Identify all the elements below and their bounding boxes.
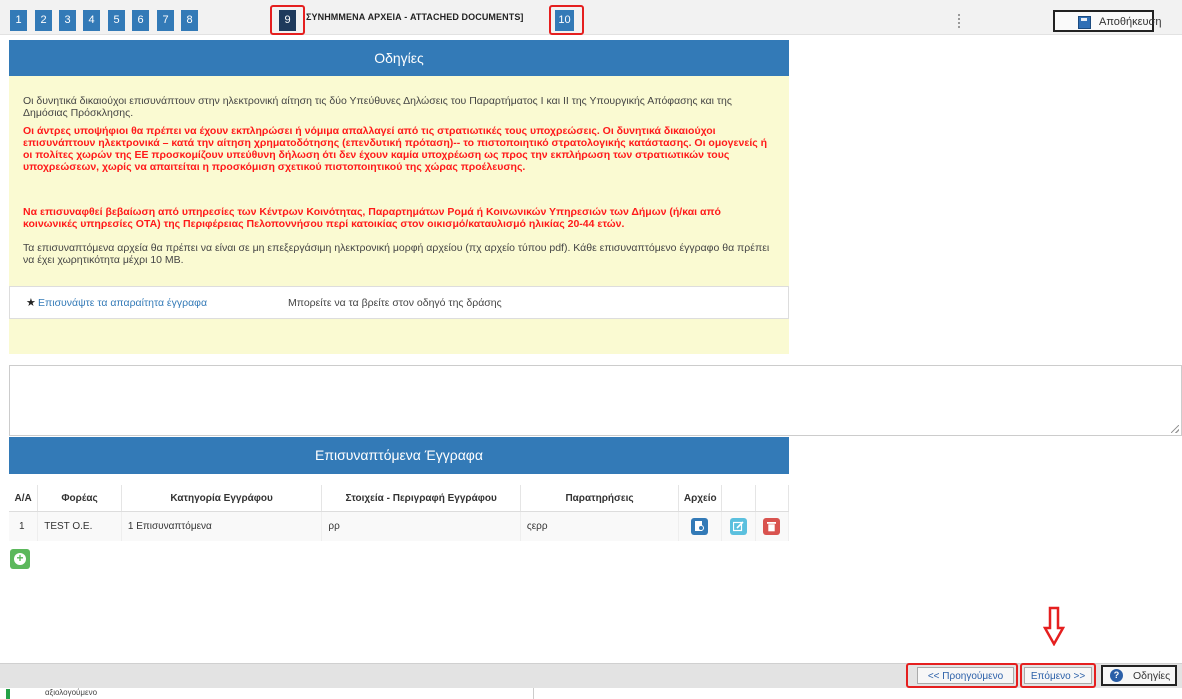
edit-row-button[interactable]: [729, 518, 747, 535]
col-header-body: Φορέας: [37, 485, 122, 512]
help-button-label: Οδηγίες: [1133, 670, 1171, 682]
attach-documents-link[interactable]: Επισυνάψτε τα απαραίτητα έγγραφα: [38, 297, 207, 309]
view-file-button[interactable]: [691, 518, 709, 535]
attach-documents-hint: Μπορείτε να τα βρείτε στον οδηγό της δρά…: [288, 297, 502, 309]
attached-documents-title: Επισυναπτόμενα Έγγραφα: [9, 437, 789, 474]
arrow-down-icon: [1043, 606, 1065, 646]
cell-description: ρρ: [321, 511, 521, 541]
underlay-label: αξιολογούμενο: [45, 688, 98, 697]
trash-icon: [766, 522, 776, 532]
file-search-icon: [695, 521, 705, 531]
delete-row-button[interactable]: [762, 518, 780, 535]
instructions-paragraph-2: Οι άντρες υποψήφιοι θα πρέπει να έχουν ε…: [23, 125, 768, 173]
tab-step-3[interactable]: 3: [59, 10, 76, 31]
cell-remarks: ςερρ: [520, 511, 680, 541]
highlight-box-previous: [906, 663, 1018, 688]
col-header-no: Α/Α: [9, 485, 39, 512]
instructions-paragraph-4: Τα επισυναπτόμενα αρχεία θα πρέπει να εί…: [23, 242, 770, 266]
cell-category: 1 Επισυναπτόμενα: [121, 511, 323, 541]
instructions-paragraph-1: Οι δυνητικά δικαιούχοι επισυνάπτουν στην…: [23, 95, 732, 119]
save-button-label: Αποθήκευση: [1099, 16, 1162, 28]
attached-documents-table: Α/Α Φορέας Κατηγορία Εγγράφου Στοιχεία -…: [9, 485, 790, 541]
floppy-disk-icon: [1078, 16, 1091, 29]
tab-step-5[interactable]: 5: [108, 10, 125, 31]
star-icon: ★: [26, 297, 36, 309]
tab-step-6[interactable]: 6: [132, 10, 149, 31]
status-indicator: [6, 689, 10, 699]
tab-step-4[interactable]: 4: [83, 10, 100, 31]
page-underlay: [0, 688, 1182, 699]
col-header-file: Αρχείο: [678, 485, 723, 512]
tab-step-2[interactable]: 2: [35, 10, 52, 31]
cell-body: TEST O.E.: [37, 511, 122, 541]
save-button[interactable]: Αποθήκευση: [1053, 10, 1161, 32]
notes-textarea[interactable]: [9, 365, 1182, 436]
highlight-box-tab-10: [549, 5, 584, 35]
tab-step-1[interactable]: 1: [10, 10, 27, 31]
wizard-step-bar: [0, 0, 1182, 35]
highlight-box-tab-9: [270, 5, 305, 35]
col-header-description: Στοιχεία - Περιγραφή Εγγράφου: [321, 485, 521, 512]
col-header-category: Κατηγορία Εγγράφου: [121, 485, 323, 512]
cell-no: 1: [9, 511, 39, 541]
tab-step-7[interactable]: 7: [157, 10, 174, 31]
resize-grip-icon[interactable]: [1171, 425, 1179, 433]
edit-icon: [732, 521, 744, 532]
highlight-box-next: [1020, 663, 1096, 688]
col-header-remarks: Παρατηρήσεις: [520, 485, 680, 512]
help-button[interactable]: ? Οδηγίες: [1101, 665, 1177, 686]
add-document-button[interactable]: [10, 549, 30, 569]
question-icon: ?: [1110, 669, 1123, 682]
tab-step-8[interactable]: 8: [181, 10, 198, 31]
table-row: 1 TEST O.E. 1 Επισυναπτόμενα ρρ ςερρ: [9, 511, 790, 541]
instructions-paragraph-3: Να επισυναφθεί βεβαίωση από υπηρεσίες τω…: [23, 206, 721, 230]
toolbar-separator: [958, 14, 962, 28]
active-step-title: ΣΥΝΗΜΜΕΝΑ ΑΡΧΕΙΑ - ATTACHED DOCUMENTS]: [306, 12, 524, 22]
instructions-title: Οδηγίες: [9, 40, 789, 76]
attach-documents-bar: ★ Επισυνάψτε τα απαραίτητα έγγραφα Μπορε…: [9, 286, 789, 319]
column-divider: [533, 688, 534, 699]
